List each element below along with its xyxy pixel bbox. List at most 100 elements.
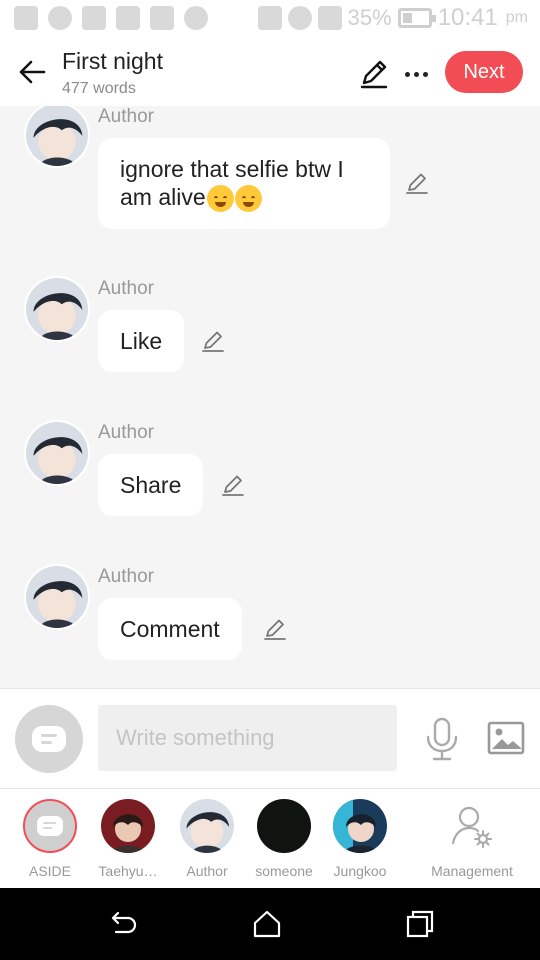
character-label: Taehyu…: [98, 863, 158, 879]
pencil-icon: [222, 475, 244, 496]
message-bubble[interactable]: ignore that selfie btw I am alive: [98, 138, 390, 230]
cloud-icon: [184, 6, 208, 30]
author-name: Author: [98, 422, 154, 443]
chat-bubble-icon: [37, 816, 63, 836]
user-settings-icon: [451, 806, 492, 848]
character-bar: ASIDE Taehyu… Author someone Jungkoo Man…: [0, 788, 540, 888]
author-avatar-image: [26, 422, 88, 484]
author-avatar-image: [26, 566, 88, 628]
story-header: First night 477 words Next: [0, 38, 540, 106]
edit-message-button[interactable]: [220, 472, 246, 498]
clock-ampm: pm: [505, 9, 528, 26]
chat-bubble-icon: [32, 726, 66, 752]
dot: [422, 71, 428, 77]
edit-message-button[interactable]: [262, 616, 288, 642]
management-icon-wrap: [445, 799, 499, 853]
author-avatar[interactable]: [24, 276, 90, 342]
arrow-left-icon: [19, 60, 46, 84]
character-label: Author: [186, 863, 228, 879]
character-label: ASIDE: [28, 863, 71, 879]
sim-icon: [317, 6, 342, 30]
message-text: Share: [120, 472, 182, 498]
calendar-icon: [116, 6, 140, 30]
author-name: Author: [98, 566, 154, 587]
author-avatar-image: [26, 106, 88, 166]
character-someone[interactable]: someone: [246, 799, 322, 879]
smiling-face-emoji: [206, 185, 234, 213]
author-name: Author: [98, 106, 154, 127]
author-avatar[interactable]: [24, 420, 90, 486]
nav-back-button[interactable]: [106, 908, 138, 940]
character-avatar: [180, 799, 234, 853]
pencil-icon: [202, 331, 224, 352]
home-icon: [253, 910, 281, 938]
character-avatar-image: [180, 799, 234, 853]
character-avatar: [333, 799, 387, 853]
dot: [413, 71, 419, 77]
character-label: someone: [255, 863, 313, 879]
composer-bar: [0, 688, 540, 788]
mute-icon: [257, 6, 282, 30]
dot: [404, 71, 410, 77]
back-arrow-icon: [111, 911, 137, 934]
aside-avatar: [23, 799, 77, 853]
notification-icons: [14, 6, 208, 30]
wifi-icon: [287, 6, 312, 30]
aside-toggle-button[interactable]: [15, 705, 83, 773]
message-input[interactable]: [98, 705, 397, 771]
more-options-button[interactable]: [400, 56, 432, 92]
character-label: Jungkoo: [333, 863, 387, 879]
author-avatar[interactable]: [24, 106, 90, 168]
character-label: Management: [431, 863, 513, 879]
author-name: Author: [98, 278, 154, 299]
battery-icon: [397, 8, 436, 28]
microphone-icon: [426, 717, 458, 761]
character-aside[interactable]: ASIDE: [12, 799, 88, 879]
author-avatar[interactable]: [24, 564, 90, 630]
page-title: First night: [62, 48, 163, 74]
message-text: Like: [120, 328, 163, 354]
voice-input-button[interactable]: [424, 717, 460, 761]
author-avatar-image: [26, 278, 88, 340]
message-bubble[interactable]: Comment: [98, 598, 242, 660]
emoji-mouth: [214, 202, 226, 208]
character-avatar-image: [101, 799, 155, 853]
character-avatar: [257, 799, 311, 853]
character-avatar: [101, 799, 155, 853]
battery-percent: 35%: [347, 5, 392, 30]
status-bar: 35% 10:41 pm: [0, 0, 540, 38]
pencil-icon: [360, 60, 388, 89]
recent-apps-icon: [406, 910, 434, 938]
next-button[interactable]: Next: [445, 51, 523, 93]
add-icon: [14, 6, 38, 30]
chat-area[interactable]: Author ignore that selfie btw I am alive…: [0, 106, 540, 688]
character-avatar-image: [333, 799, 387, 853]
edit-message-button[interactable]: [404, 170, 430, 196]
message-icon: [82, 6, 106, 30]
message-bubble[interactable]: Share: [98, 454, 204, 516]
message-bubble[interactable]: Like: [98, 310, 185, 372]
word-count: 477 words: [62, 80, 136, 97]
insert-image-button[interactable]: [486, 719, 526, 757]
emoji-mouth: [242, 202, 254, 208]
back-button[interactable]: [12, 52, 52, 92]
whatsapp-icon: [48, 6, 72, 30]
nav-recents-button[interactable]: [404, 908, 436, 940]
smiling-face-emoji: [234, 185, 262, 213]
nav-home-button[interactable]: [251, 908, 283, 940]
pencil-icon: [264, 619, 286, 640]
character-jungkook[interactable]: Jungkoo: [322, 799, 398, 879]
image-icon: [487, 721, 525, 755]
warning-icon: [150, 6, 174, 30]
system-status: 35% 10:41 pm: [257, 4, 528, 32]
system-nav-bar: [0, 888, 540, 960]
pencil-icon: [406, 173, 428, 194]
battery-fill: [402, 13, 412, 23]
edit-message-button[interactable]: [200, 328, 226, 354]
management-button[interactable]: Management: [424, 799, 520, 879]
edit-title-button[interactable]: [356, 56, 392, 92]
message-text: Comment: [120, 616, 220, 642]
character-author[interactable]: Author: [169, 799, 245, 879]
character-taehyung[interactable]: Taehyu…: [90, 799, 166, 879]
clock: 10:41: [437, 4, 498, 31]
